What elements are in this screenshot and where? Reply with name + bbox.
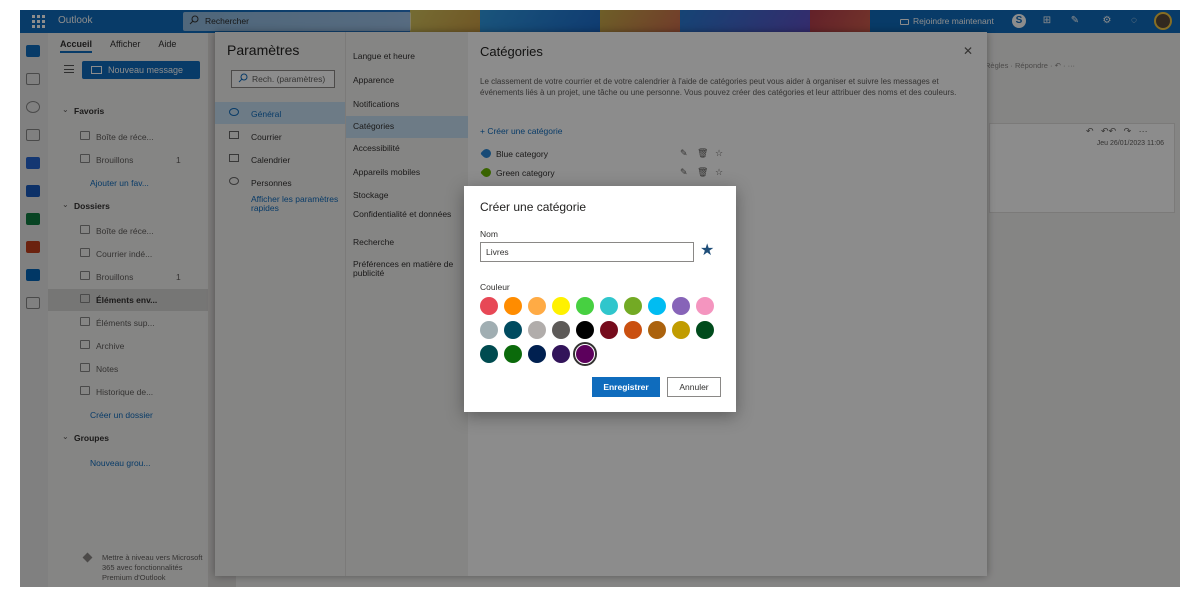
color-swatch[interactable]: [576, 297, 594, 315]
color-swatch[interactable]: [528, 297, 546, 315]
color-swatch[interactable]: [480, 297, 498, 315]
color-swatch[interactable]: [624, 321, 642, 339]
color-swatch[interactable]: [552, 321, 570, 339]
color-swatch[interactable]: [573, 342, 597, 366]
color-swatch[interactable]: [504, 345, 522, 363]
color-swatch[interactable]: [504, 321, 522, 339]
outlook-app: Outlook Rechercher Rejoindre maintenant …: [20, 10, 1180, 587]
color-swatch[interactable]: [648, 297, 666, 315]
color-swatch[interactable]: [528, 321, 546, 339]
color-swatch[interactable]: [504, 297, 522, 315]
color-swatch[interactable]: [600, 321, 618, 339]
save-button[interactable]: Enregistrer: [592, 377, 660, 397]
color-swatch[interactable]: [552, 297, 570, 315]
color-swatch[interactable]: [624, 297, 642, 315]
create-category-dialog: Créer une catégorie Nom ★ Couleur Enregi…: [464, 186, 736, 412]
cancel-button[interactable]: Annuler: [667, 377, 721, 397]
color-swatch[interactable]: [528, 345, 546, 363]
color-swatch[interactable]: [552, 345, 570, 363]
color-swatch[interactable]: [696, 297, 714, 315]
category-name-input[interactable]: [480, 242, 694, 262]
color-swatch[interactable]: [480, 321, 498, 339]
color-swatch[interactable]: [576, 321, 594, 339]
color-swatch[interactable]: [696, 321, 714, 339]
color-swatch[interactable]: [672, 321, 690, 339]
color-swatch[interactable]: [672, 297, 690, 315]
color-swatch[interactable]: [600, 297, 618, 315]
dialog-title: Créer une catégorie: [480, 200, 587, 214]
color-swatch[interactable]: [648, 321, 666, 339]
name-label: Nom: [480, 229, 498, 239]
favorite-star-icon[interactable]: ★: [700, 242, 714, 260]
color-label: Couleur: [480, 282, 510, 292]
color-swatch[interactable]: [480, 345, 498, 363]
